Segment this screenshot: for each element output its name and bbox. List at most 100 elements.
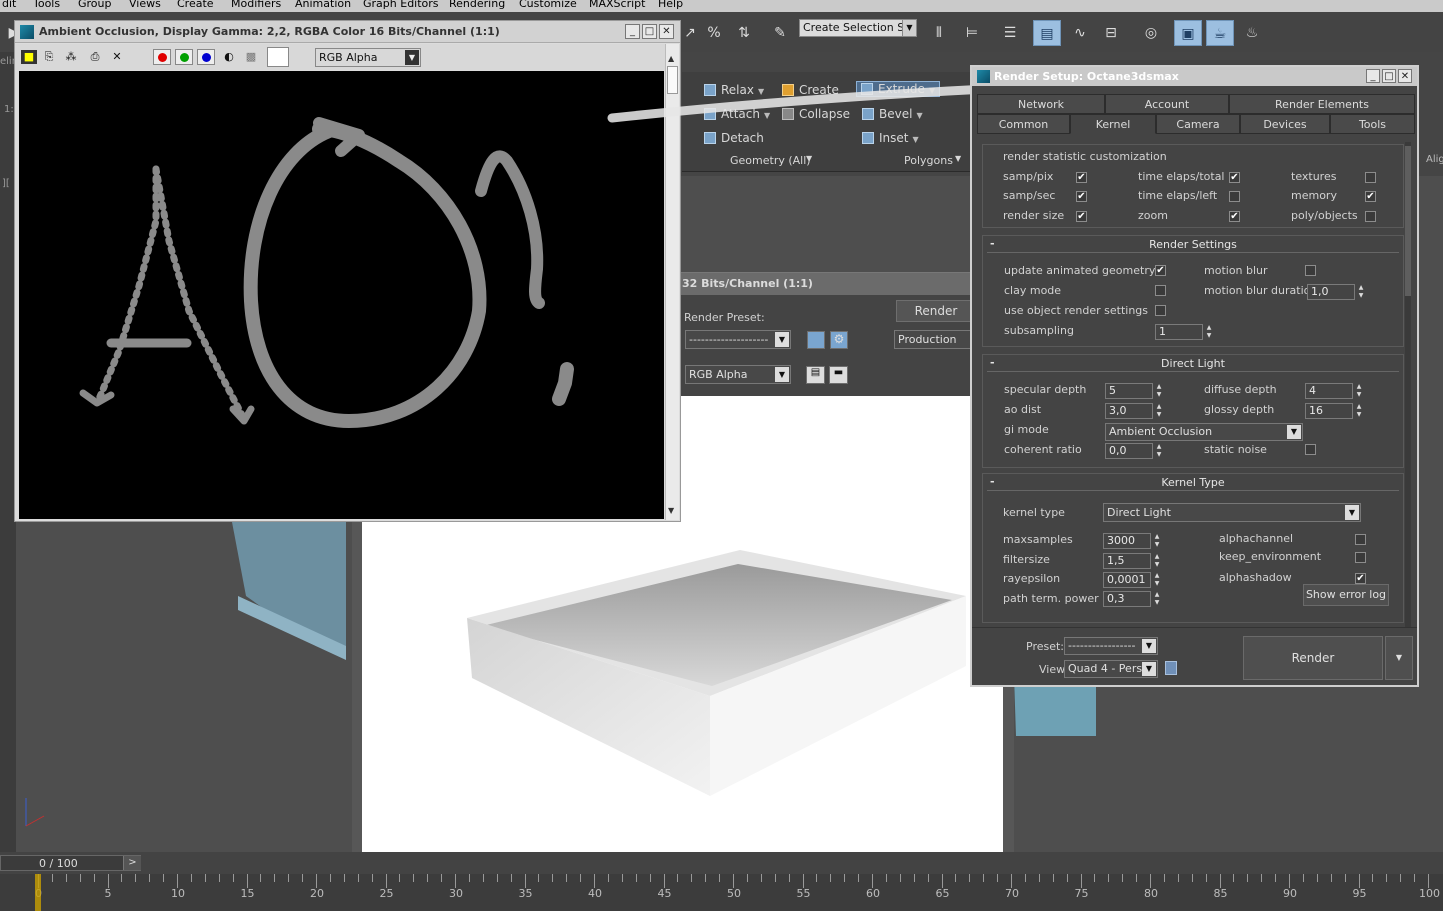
tab-devices[interactable]: Devices — [1240, 114, 1330, 134]
menu-animation[interactable]: Animation — [295, 0, 351, 10]
stat-samp-pix-checkbox[interactable]: ✔ — [1076, 172, 1087, 183]
alpha-toggle-icon[interactable]: ◐ — [221, 50, 237, 64]
spinner-arrows-icon[interactable]: ▲ ▼ — [1204, 324, 1214, 340]
render-setup-scrollbar[interactable] — [1405, 142, 1411, 630]
edit-named-selection-icon[interactable]: ✎ — [766, 20, 794, 46]
maximize-icon[interactable]: □ — [642, 24, 657, 39]
kernel-type-dropdown[interactable]: Direct Light ▼ — [1103, 503, 1361, 522]
show-error-log-button[interactable]: Show error log — [1303, 584, 1389, 606]
preset-dropdown[interactable]: ----------------- ▼ — [1064, 637, 1158, 655]
render-preset-dropdown[interactable]: -------------------- ▼ — [685, 330, 791, 349]
spinner-arrows-icon[interactable]: ▲ ▼ — [1154, 403, 1164, 419]
print-icon[interactable]: ⎙ — [87, 50, 103, 64]
color-swatch[interactable] — [267, 47, 289, 67]
inset-button[interactable]: Inset ▼ — [862, 131, 919, 145]
ao-vertical-scrollbar[interactable]: ▲ ▼ — [665, 44, 679, 520]
group-polygons[interactable]: Polygons — [904, 154, 953, 167]
next-frame-button[interactable]: > — [123, 856, 141, 870]
mirror-icon[interactable]: ⫴ — [925, 20, 953, 46]
subsampling-spinner[interactable]: 1 ▲ ▼ — [1155, 324, 1211, 340]
motion-blur-duration-spinner[interactable]: 1,0 ▲ ▼ — [1307, 284, 1363, 300]
gi-mode-dropdown[interactable]: Ambient Occlusion ▼ — [1105, 423, 1303, 441]
spinner-arrows-icon[interactable]: ▲ ▼ — [1154, 443, 1164, 459]
red-channel-toggle[interactable] — [153, 49, 171, 65]
copy-icon[interactable]: ⎘ — [41, 50, 57, 64]
menu-rendering[interactable]: Rendering — [449, 0, 505, 10]
stat-zoom-checkbox[interactable]: ✔ — [1229, 211, 1240, 222]
stat-poly-objects-checkbox[interactable] — [1365, 211, 1376, 222]
current-frame-marker[interactable] — [35, 874, 41, 911]
tab-render-elements[interactable]: Render Elements — [1229, 94, 1415, 114]
spinner-arrows-icon[interactable]: ▲ ▼ — [1152, 572, 1162, 588]
view-dropdown[interactable]: Quad 4 - Perspe ▼ — [1064, 660, 1158, 678]
layer-manager-icon[interactable]: ☰ — [996, 20, 1024, 46]
stat-time-elaps-total-checkbox[interactable]: ✔ — [1229, 172, 1240, 183]
ao-dist-spinner[interactable]: 3,0 ▲ ▼ — [1105, 403, 1161, 419]
mono-toggle-icon[interactable]: ▩ — [243, 50, 259, 64]
rendered-frame-window-icon[interactable]: ☕ — [1206, 20, 1234, 46]
display-toggle-icon[interactable]: ▬ — [829, 366, 848, 384]
percent-snap-icon[interactable]: % — [700, 20, 728, 46]
clay-mode-checkbox[interactable] — [1155, 285, 1166, 296]
stat-render-size-checkbox[interactable]: ✔ — [1076, 211, 1087, 222]
spinner-snap-icon[interactable]: ⇅ — [730, 20, 758, 46]
menu-tools[interactable]: Tools — [33, 0, 60, 10]
clone-frame-icon[interactable]: ▤ — [806, 366, 825, 384]
specular-depth-spinner[interactable]: 5 ▲ ▼ — [1105, 383, 1161, 399]
scene-explorer-icon[interactable]: ▤ — [1033, 20, 1061, 46]
curve-editor-icon[interactable]: ∿ — [1066, 20, 1094, 46]
menu-customize[interactable]: Customize — [519, 0, 577, 10]
spinner-arrows-icon[interactable]: ▲ ▼ — [1154, 383, 1164, 399]
stat-time-elaps-left-checkbox[interactable] — [1229, 191, 1240, 202]
direct-light-header[interactable]: - Direct Light — [987, 356, 1399, 372]
save-icon[interactable]: ■ — [21, 50, 37, 64]
ao-channel-dropdown[interactable]: RGB Alpha ▼ — [315, 48, 421, 67]
menu-create[interactable]: Create — [177, 0, 214, 10]
tab-camera[interactable]: Camera — [1156, 114, 1240, 134]
tab-account[interactable]: Account — [1105, 94, 1229, 114]
update-animated-geometry-checkbox[interactable]: ✔ — [1155, 265, 1166, 276]
spinner-arrows-icon[interactable]: ▲ ▼ — [1354, 383, 1364, 399]
time-slider[interactable]: 0 / 100 > — [0, 855, 141, 871]
alphachannel-checkbox[interactable] — [1355, 534, 1366, 545]
menu-help[interactable]: Help — [658, 0, 683, 10]
tab-tools[interactable]: Tools — [1330, 114, 1415, 134]
align-icon[interactable]: ⊨ — [958, 20, 986, 46]
stat-memory-checkbox[interactable]: ✔ — [1365, 191, 1376, 202]
menu-views[interactable]: Views — [129, 0, 161, 10]
tab-common[interactable]: Common — [977, 114, 1070, 134]
glossy-depth-spinner[interactable]: 16 ▲ ▼ — [1305, 403, 1361, 419]
render-setup-icon[interactable]: ▣ — [1174, 20, 1202, 46]
kernel-type-header[interactable]: - Kernel Type — [987, 475, 1399, 491]
create-button[interactable]: Create — [782, 83, 839, 97]
attach-button[interactable]: Attach ▼ — [704, 107, 770, 121]
render-options-chevron-icon[interactable]: ▼ — [1385, 636, 1413, 680]
extrude-button[interactable]: Extrude ▼ — [856, 81, 941, 97]
selection-set-dropdown[interactable]: Create Selection Se ▼ — [799, 19, 917, 37]
menu-group[interactable]: Group — [78, 0, 112, 10]
preset-settings-icon[interactable]: ⚙ — [830, 331, 848, 349]
menu-graph-editors[interactable]: Graph Editors — [363, 0, 439, 10]
render-production-icon[interactable]: ♨ — [1238, 20, 1266, 46]
schematic-view-icon[interactable]: ⊟ — [1097, 20, 1125, 46]
path-term-power-spinner[interactable]: 0,3 ▲ ▼ — [1103, 591, 1159, 607]
menu-edit[interactable]: dit — [2, 0, 16, 10]
render-settings-header[interactable]: - Render Settings — [987, 237, 1399, 253]
green-channel-toggle[interactable] — [175, 49, 193, 65]
timeline-ruler[interactable]: 0510152025303540455055606570758085909510… — [0, 874, 1443, 911]
spinner-arrows-icon[interactable]: ▲ ▼ — [1152, 553, 1162, 569]
tab-network[interactable]: Network — [977, 94, 1105, 114]
spinner-arrows-icon[interactable]: ▲ ▼ — [1152, 591, 1162, 607]
use-object-render-settings-checkbox[interactable] — [1155, 305, 1166, 316]
preset-load-icon[interactable] — [807, 331, 825, 349]
frame-channel-dropdown[interactable]: RGB Alpha ▼ — [685, 365, 791, 384]
ao-window-titlebar[interactable]: Ambient Occlusion, Display Gamma: 2,2, R… — [15, 21, 680, 43]
scroll-down-icon[interactable]: ▼ — [668, 506, 674, 515]
collapse-button[interactable]: Collapse — [782, 107, 850, 121]
diffuse-depth-spinner[interactable]: 4 ▲ ▼ — [1305, 383, 1361, 399]
close-icon[interactable]: ✕ — [1398, 69, 1412, 83]
alphashadow-checkbox[interactable]: ✔ — [1355, 573, 1366, 584]
menu-maxscript[interactable]: MAXScript — [589, 0, 645, 10]
tab-kernel[interactable]: Kernel — [1070, 114, 1156, 134]
render-setup-scroll-thumb[interactable] — [1405, 146, 1411, 296]
